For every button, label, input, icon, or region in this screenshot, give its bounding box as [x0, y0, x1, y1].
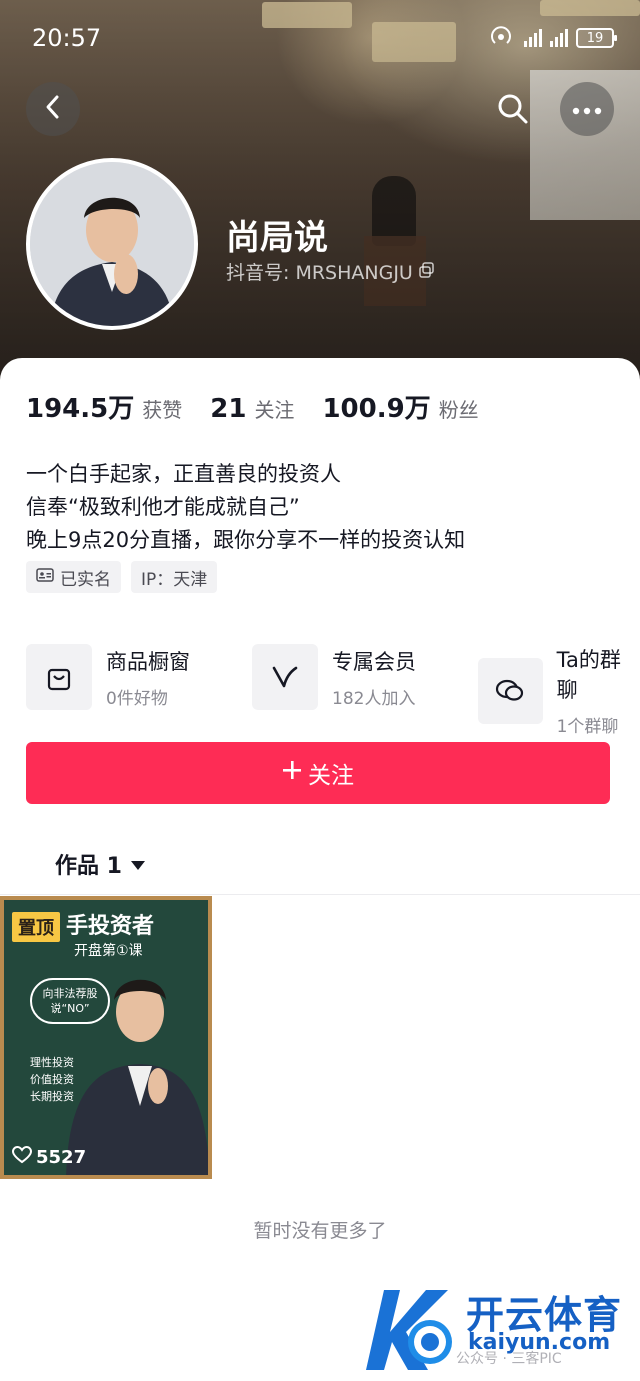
stat-label: 获赞	[142, 398, 183, 422]
stat-label: 粉丝	[438, 398, 479, 422]
ip-label: IP：天津	[141, 569, 208, 590]
battery-level: 19	[586, 30, 604, 46]
chevron-left-icon	[42, 94, 64, 124]
video-side-text: 理性投资 价值投资 长期投资	[30, 1054, 74, 1105]
douyin-id: 抖音号: MRSHANGJU	[226, 258, 435, 285]
verified-tag[interactable]: 已实名	[26, 561, 121, 593]
douyin-id-text: 抖音号: MRSHANGJU	[226, 262, 413, 284]
stat-value: 100.9万	[322, 394, 431, 424]
likes-count: 5527	[36, 1147, 87, 1168]
service-subtitle: 182人加入	[332, 688, 416, 709]
service-subtitle: 1个群聊	[556, 717, 619, 737]
service-group-chat[interactable]: Ta的群聊 1个群聊	[478, 644, 640, 737]
tab-works[interactable]: 作品 1	[55, 848, 146, 880]
tags-row: 已实名 IP：天津	[26, 561, 218, 593]
watermark: 开云体育 kaiyun.com 公众号 · 三客PIC	[356, 1280, 636, 1376]
plus-icon	[282, 760, 302, 786]
service-title: 商品橱窗	[106, 649, 190, 674]
video-side-line: 理性投资	[30, 1056, 74, 1069]
ip-tag: IP：天津	[131, 561, 218, 593]
search-button[interactable]	[496, 92, 530, 130]
chat-bubbles-icon	[478, 657, 543, 724]
signal-icon	[524, 29, 542, 47]
profile-card: 194.5万 获赞 21 关注 100.9万 粉丝 一个白手起家，正直善良的投资…	[0, 358, 640, 1381]
bio-line: 晚上9点20分直播，跟你分享不一样的投资认知	[26, 528, 466, 552]
no-more-text: 暂时没有更多了	[253, 1220, 387, 1242]
hotspot-icon	[490, 25, 516, 51]
kaiyun-logo-icon	[366, 1290, 452, 1370]
video-side-line: 长期投资	[30, 1090, 74, 1103]
profile-header: 20:57 19 尚局说 抖音号: MRSHANGJU	[0, 0, 640, 380]
profile-name: 尚局说	[226, 218, 328, 258]
stat-following[interactable]: 21 关注	[210, 394, 294, 424]
stat-value: 21	[210, 394, 247, 424]
video-likes: 5527	[11, 1145, 87, 1169]
v-member-icon	[252, 644, 318, 710]
stats-row: 194.5万 获赞 21 关注 100.9万 粉丝	[26, 388, 479, 425]
more-dots-icon	[572, 100, 602, 119]
status-time: 20:57	[32, 24, 102, 52]
service-title: Ta的群聊	[556, 648, 621, 702]
follow-button[interactable]: 关注	[26, 742, 610, 804]
stat-likes[interactable]: 194.5万 获赞	[26, 388, 182, 425]
signal-icon-2	[550, 29, 568, 47]
avatar[interactable]	[26, 158, 198, 330]
stat-followers[interactable]: 100.9万 粉丝	[322, 388, 478, 425]
heart-icon	[11, 1145, 33, 1169]
video-thumbnail[interactable]: 置顶 手投资者 开盘第①课 向非法荐股 说“NO” 理性投资 价值投资 长期投资…	[0, 896, 212, 1179]
search-icon	[496, 94, 530, 130]
watermark-account: 公众号 · 三客PIC	[456, 1351, 562, 1367]
bio: 一个白手起家，正直善良的投资人 信奉“极致利他才能成就自己” 晚上9点20分直播…	[26, 458, 465, 557]
avatar-person-icon	[30, 162, 194, 326]
video-title: 手投资者	[66, 914, 155, 939]
pinned-badge: 置顶	[12, 912, 60, 942]
id-card-icon	[36, 567, 54, 587]
video-subtitle: 开盘第①课	[74, 943, 143, 959]
battery-icon: 19	[576, 28, 617, 48]
bio-line: 信奉“极致利他才能成就自己”	[26, 495, 300, 519]
stat-value: 194.5万	[26, 394, 135, 424]
service-title: 专属会员	[332, 649, 416, 674]
bio-line: 一个白手起家，正直善良的投资人	[26, 462, 341, 486]
back-button[interactable]	[26, 82, 80, 136]
status-bar: 20:57 19	[32, 22, 617, 54]
tab-divider	[0, 894, 640, 895]
service-membership[interactable]: 专属会员 182人加入	[252, 644, 416, 710]
copy-icon[interactable]	[419, 261, 435, 283]
service-subtitle: 0件好物	[106, 688, 168, 709]
caret-down-icon	[130, 852, 146, 877]
follow-label: 关注	[308, 763, 354, 789]
service-storefront[interactable]: 商品橱窗 0件好物	[26, 644, 190, 710]
tab-works-label: 作品 1	[55, 854, 122, 879]
shopping-bag-icon	[26, 644, 92, 710]
more-button[interactable]	[560, 82, 614, 136]
stat-label: 关注	[254, 398, 295, 422]
verified-label: 已实名	[60, 569, 111, 590]
video-bubble: 向非法荐股 说“NO”	[30, 978, 110, 1024]
video-side-line: 价值投资	[30, 1073, 74, 1086]
